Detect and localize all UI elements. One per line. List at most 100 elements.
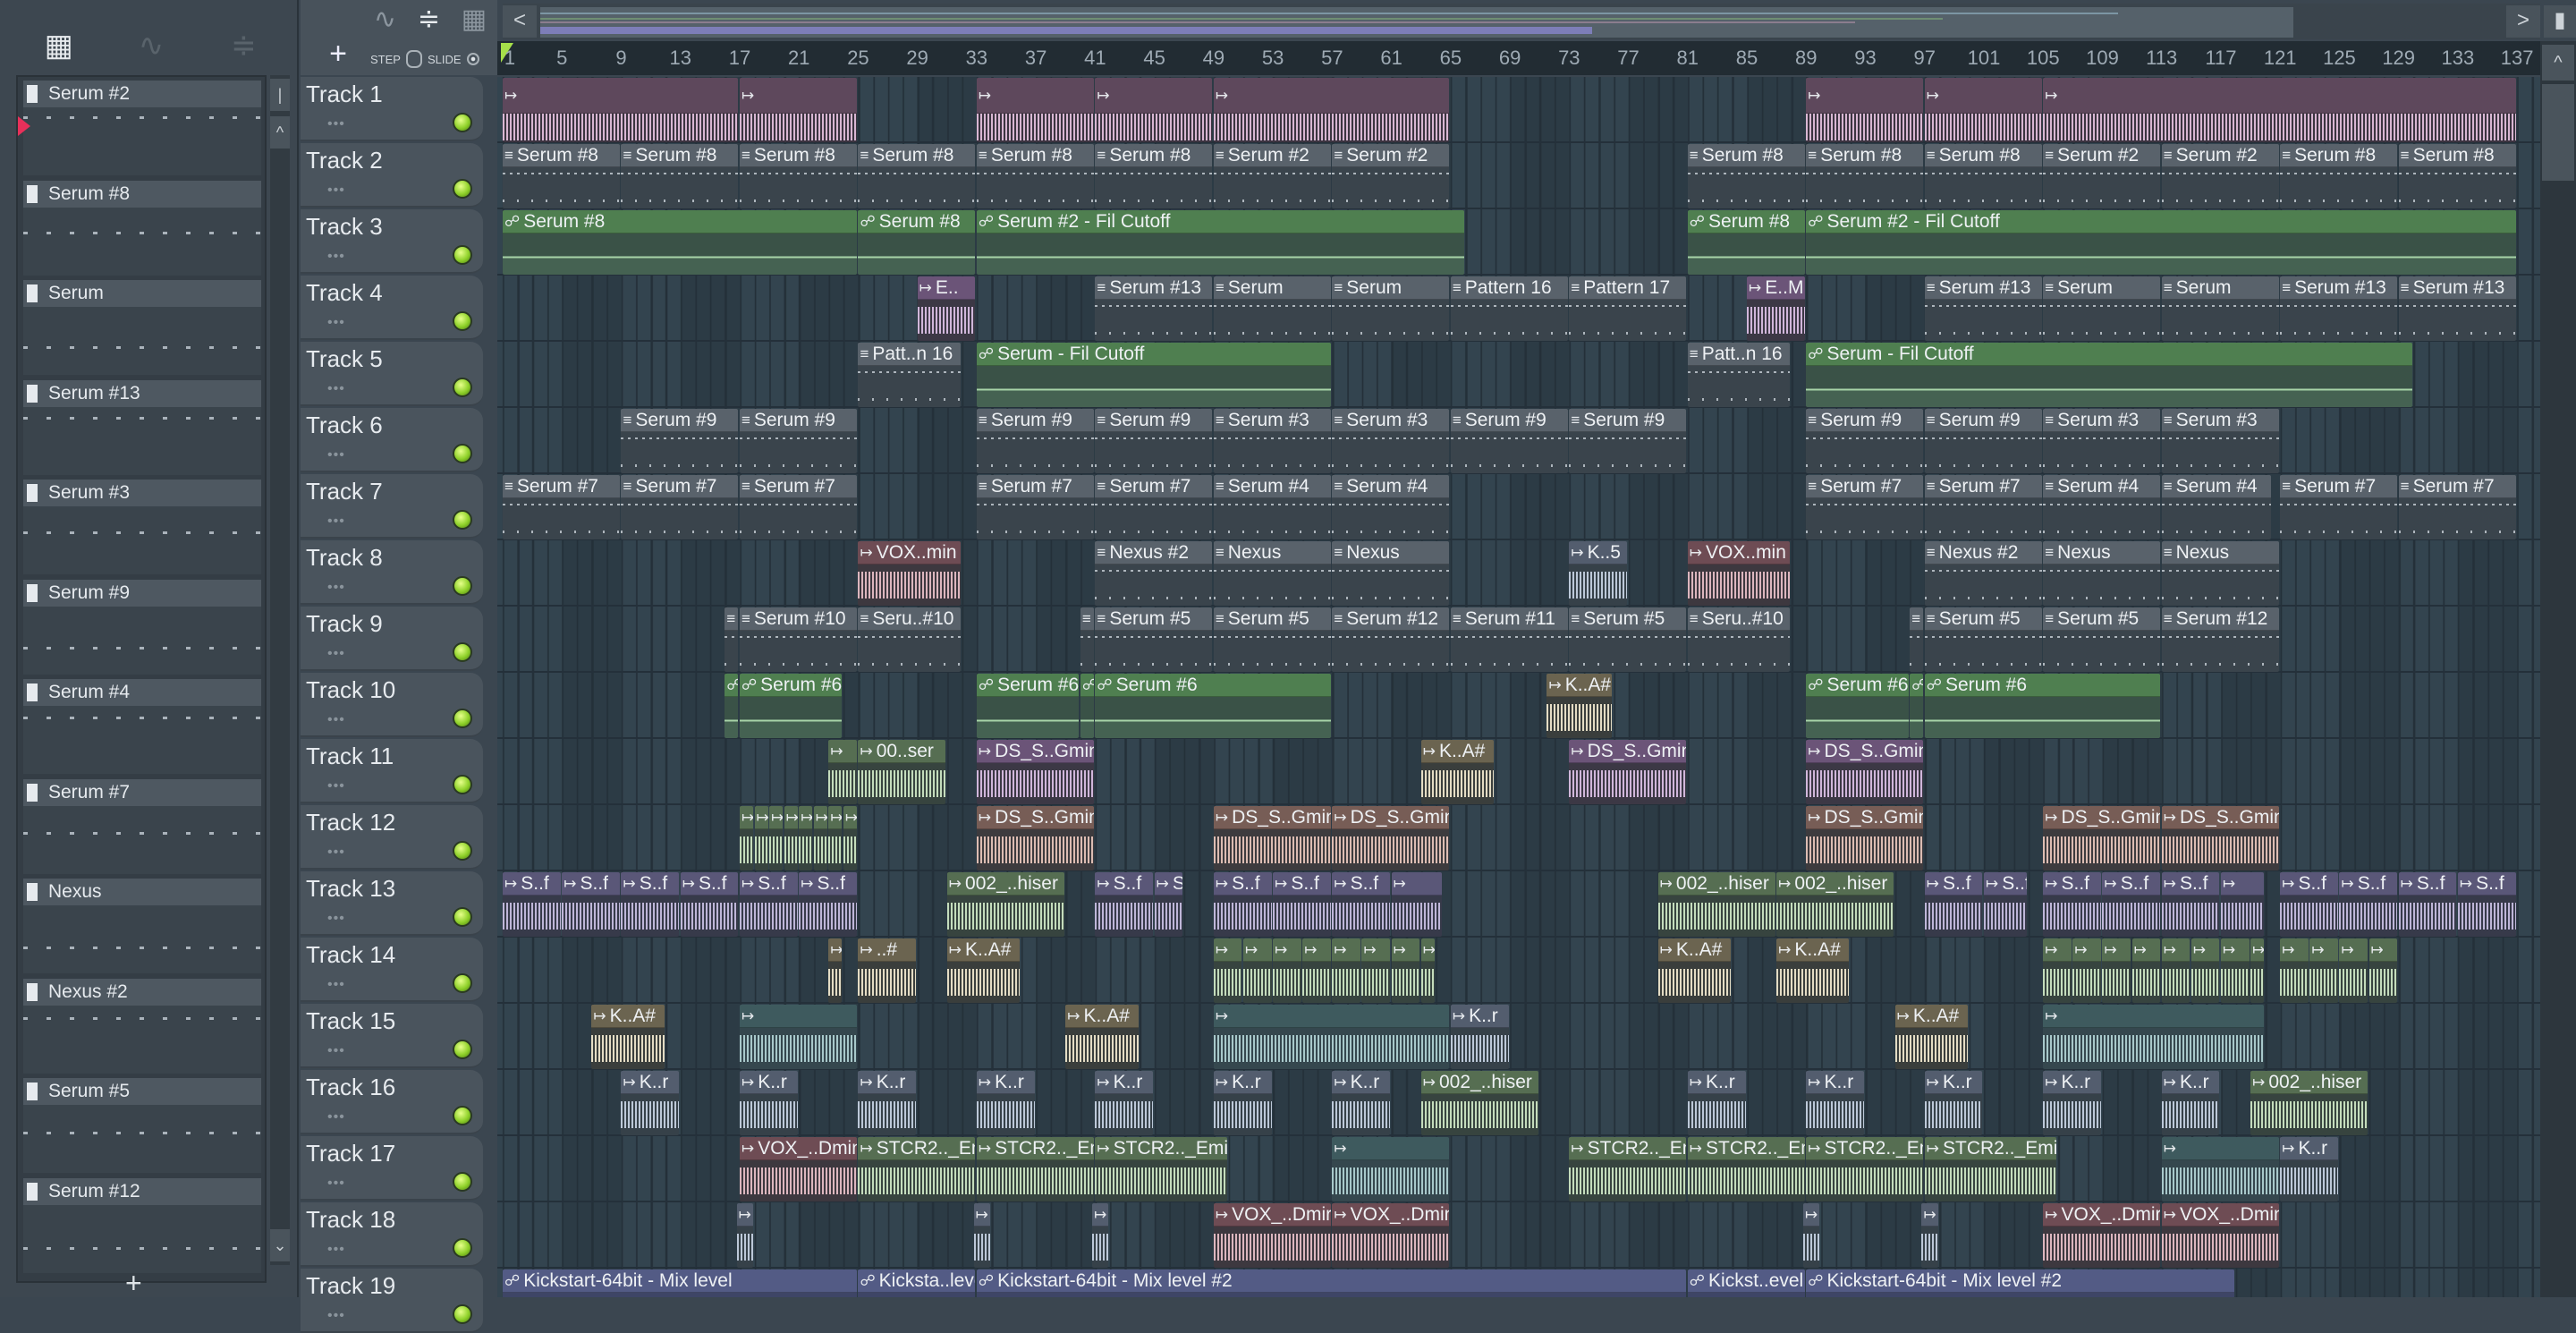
clip-header[interactable]: ≡ Serum #3: [1332, 409, 1450, 432]
track-header[interactable]: Track 19 •••: [301, 1269, 483, 1333]
clip-header[interactable]: ↦ 002_..hiser: [2250, 1071, 2368, 1094]
clip-header[interactable]: ↦: [2220, 938, 2250, 962]
clip[interactable]: ≡ Serum #7: [1095, 475, 1213, 539]
track-header[interactable]: Track 18 •••: [301, 1202, 483, 1267]
clip-header[interactable]: ☍ Kickst..evel: [1687, 1269, 1805, 1293]
track-header[interactable]: Track 15 •••: [301, 1004, 483, 1068]
track-options-icon[interactable]: •••: [327, 712, 345, 728]
clip-header[interactable]: ≡ Serum #9: [621, 409, 739, 432]
clip[interactable]: ↦S..f: [1924, 872, 1983, 937]
channel-item[interactable]: Serum #7: [23, 778, 261, 876]
track-enable-led[interactable]: [453, 378, 472, 397]
clip[interactable]: ↦: [1302, 938, 1331, 1003]
clip[interactable]: ↦ DS_S..Gmin: [1332, 806, 1450, 870]
clip[interactable]: ≡ Serum #7: [2398, 475, 2516, 539]
clip[interactable]: ≡ Serum: [2161, 276, 2279, 341]
clip[interactable]: ≡ Serum #4: [1332, 475, 1450, 539]
clip-header[interactable]: ↦STCR2.._Emin: [1569, 1137, 1687, 1160]
clip-header[interactable]: ≡ Serum #5: [1095, 607, 1213, 631]
channel-item[interactable]: Nexus: [23, 879, 261, 975]
clip[interactable]: ↦S..f: [621, 872, 680, 937]
clip[interactable]: ↦ 00..ser: [858, 740, 946, 804]
clip[interactable]: ↦: [1213, 938, 1242, 1003]
track-options-icon[interactable]: •••: [327, 646, 345, 662]
clip-header[interactable]: ↦S..f: [1924, 872, 1983, 896]
clip-header[interactable]: ≡ Serum #12: [2161, 607, 2279, 631]
clip-header[interactable]: ↦: [2161, 938, 2190, 962]
clip-header[interactable]: ≡ Serum: [2043, 276, 2161, 300]
clip[interactable]: ↦S..f: [680, 872, 739, 937]
clip[interactable]: ≡ Serum #13: [1924, 276, 2042, 341]
clip-header[interactable]: ↦: [2043, 938, 2072, 962]
clip[interactable]: ↦ K..A#: [591, 1005, 665, 1069]
clip-header[interactable]: ↦STCR2.._Emin: [1806, 1137, 1924, 1160]
clip-header[interactable]: ≡ Serum #8: [2398, 144, 2516, 167]
clip[interactable]: ↦ K..r: [2161, 1071, 2220, 1135]
clip-header[interactable]: ↦S..f: [503, 872, 561, 896]
clip-header[interactable]: ↦ VOX_..Dmin: [739, 1137, 857, 1160]
clip-header[interactable]: ☍: [724, 674, 739, 697]
clip[interactable]: ↦ DS_S..Gmin: [976, 806, 1094, 870]
clip-header[interactable]: ↦: [1273, 938, 1301, 962]
clip[interactable]: ↦S..f: [1273, 872, 1331, 937]
track-header[interactable]: Track 7 •••: [301, 474, 483, 539]
clip[interactable]: ≡ Serum #5: [1924, 607, 2042, 672]
clip-header[interactable]: ≡ Serum #9: [739, 409, 857, 432]
clip-header[interactable]: ↦ DS_S..Gmin: [976, 806, 1094, 829]
clip-header[interactable]: ↦: [1243, 938, 1272, 962]
clip[interactable]: ↦S..f: [1213, 872, 1272, 937]
clip[interactable]: ↦ VOX_..Dmin: [1332, 1203, 1450, 1268]
scroll-up-button[interactable]: ^: [2542, 45, 2574, 81]
clip[interactable]: ↦S..f: [2161, 872, 2220, 937]
clip-header[interactable]: ↦ VOX_..Dmin: [1332, 1203, 1450, 1227]
overview-end-button[interactable]: ▮: [2544, 5, 2576, 38]
channel-header[interactable]: Nexus #2: [23, 978, 261, 1006]
clip-header[interactable]: ≡ Serum #7: [1924, 475, 2042, 498]
piano-roll-icon[interactable]: ▦: [32, 28, 86, 64]
clip[interactable]: ≡ Serum #2: [2043, 144, 2161, 208]
clip[interactable]: ≡ Serum #9: [1450, 409, 1568, 473]
clip-header[interactable]: ↦: [754, 806, 768, 829]
clip-header[interactable]: ☍ Serum #2 - Fil Cutoff: [1806, 210, 2516, 233]
clip-header[interactable]: ↦ VOX_..Dmin: [2161, 1203, 2279, 1227]
track-header[interactable]: Track 6 •••: [301, 408, 483, 472]
add-track-button[interactable]: +: [318, 34, 358, 73]
clip-header[interactable]: ↦: [2280, 938, 2309, 962]
clip-header[interactable]: ↦STCR2.._Emin: [1095, 1137, 1227, 1160]
clip-header[interactable]: ↦S..f: [2339, 872, 2398, 896]
clip[interactable]: ↦: [1361, 938, 1391, 1003]
scrollbar-thumb[interactable]: [2542, 84, 2574, 181]
clip[interactable]: ≡ Nexus: [1213, 541, 1331, 606]
clip[interactable]: ↦: [2339, 938, 2368, 1003]
clip[interactable]: ≡ Serum #7: [976, 475, 1094, 539]
clip-header[interactable]: ↦ K..A#: [1065, 1005, 1139, 1028]
track-enable-led[interactable]: [453, 444, 472, 463]
clip[interactable]: ↦ E..M: [1747, 276, 1805, 341]
clip[interactable]: ≡ Nexus: [2043, 541, 2161, 606]
clip[interactable]: ≡ Serum #12: [2161, 607, 2279, 672]
clip[interactable]: ☍: [1080, 674, 1094, 738]
clip[interactable]: ↦STCR2.._Emin: [1095, 1137, 1227, 1201]
channel-header[interactable]: Serum #13: [23, 379, 261, 407]
clip[interactable]: ↦ K..A#: [1657, 938, 1731, 1003]
clip[interactable]: ↦ K..r: [2043, 1071, 2101, 1135]
clip-header[interactable]: ↦ S..: [1154, 872, 1183, 896]
clip-header[interactable]: ↦ K..r: [1806, 1071, 1864, 1094]
clip-header[interactable]: ↦: [828, 740, 857, 763]
track-options-icon[interactable]: •••: [327, 845, 345, 861]
clip-header[interactable]: ↦: [736, 1203, 753, 1227]
clip[interactable]: ≡ Serum #5: [1569, 607, 1687, 672]
clip-header[interactable]: ↦: [828, 938, 843, 962]
clip-header[interactable]: ↦: [1213, 78, 1450, 114]
clip[interactable]: ↦ K..r: [1213, 1071, 1272, 1135]
channel-header[interactable]: Serum #3: [23, 480, 261, 506]
clip[interactable]: ≡ Seru..#10: [858, 607, 961, 672]
track-header[interactable]: Track 13 •••: [301, 871, 483, 936]
clip[interactable]: ≡ Serum #3: [1332, 409, 1450, 473]
clip[interactable]: ≡ Serum #13: [2398, 276, 2516, 341]
scroll-up-button[interactable]: ^: [270, 116, 290, 149]
channel-header[interactable]: Serum: [23, 280, 261, 307]
clip-header[interactable]: ≡ Serum #2: [2043, 144, 2161, 167]
clip-header[interactable]: ↦: [828, 806, 843, 829]
clip-header[interactable]: ↦: [1924, 78, 2042, 114]
